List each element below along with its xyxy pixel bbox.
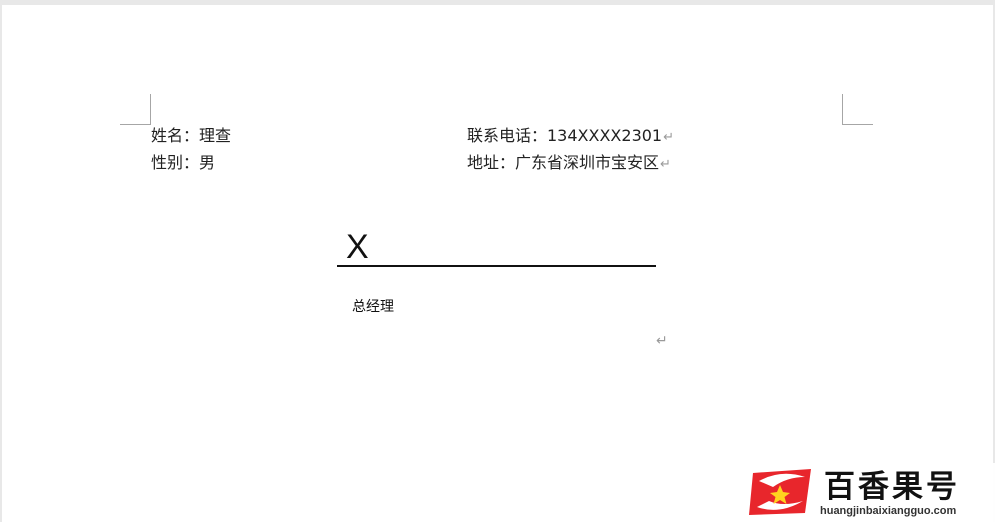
paragraph-mark-icon: ↵ xyxy=(660,157,671,172)
watermark-url: huangjinbaixiangguo.com xyxy=(820,505,957,517)
margin-corner-top-left xyxy=(120,94,151,125)
name-field-text: 姓名：理查 xyxy=(151,126,232,145)
phone-field-text: 联系电话：134XXXX2301 xyxy=(467,126,663,145)
gender-field[interactable]: 性别：男 xyxy=(151,153,215,173)
gender-field-text: 性别：男 xyxy=(151,153,216,172)
phone-field[interactable]: 联系电话：134XXXX2301↵ xyxy=(467,126,674,148)
document-page: 姓名：理查 性别：男 联系电话：134XXXX2301↵ 地址：广东省深圳市宝安… xyxy=(2,5,993,522)
watermark-name: 百香果号 xyxy=(824,469,960,505)
name-field[interactable]: 姓名：理查 xyxy=(151,126,231,146)
brand-logo-icon xyxy=(749,469,811,515)
signature-title[interactable]: 总经理 xyxy=(352,298,394,316)
address-field-text: 地址：广东省深圳市宝安区 xyxy=(467,153,660,172)
watermark: 百香果号 huangjinbaixiangguo.com xyxy=(742,463,995,522)
address-field[interactable]: 地址：广东省深圳市宝安区↵ xyxy=(467,153,671,175)
signature-line[interactable] xyxy=(337,265,656,267)
signature-x[interactable]: X xyxy=(346,227,369,267)
margin-corner-top-right xyxy=(842,94,873,125)
paragraph-mark-icon: ↵ xyxy=(656,333,668,349)
paragraph-mark-icon: ↵ xyxy=(663,130,675,145)
